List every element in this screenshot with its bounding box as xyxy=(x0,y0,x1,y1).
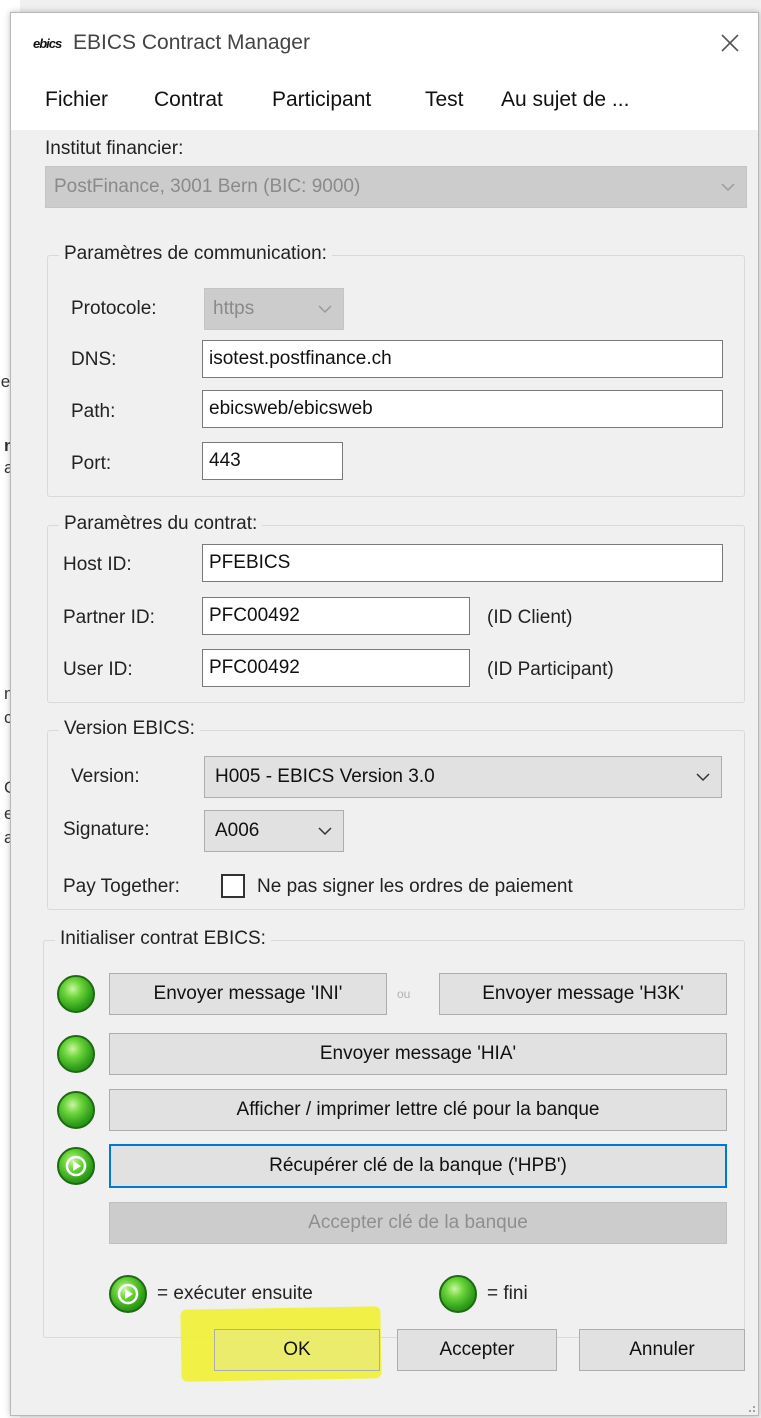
legend-next-icon xyxy=(109,1275,147,1313)
chevron-down-icon xyxy=(315,289,335,329)
close-icon xyxy=(721,34,739,52)
partner-id-note: (ID Client) xyxy=(487,607,573,628)
communication-group-title: Paramètres de communication: xyxy=(59,243,332,265)
fetch-bank-key-label: Récupérer clé de la banque ('HPB') xyxy=(269,1155,567,1176)
partner-id-input[interactable]: PFC00492 xyxy=(202,597,470,635)
port-value: 443 xyxy=(209,450,241,471)
play-icon xyxy=(117,1283,139,1305)
partner-id-value: PFC00492 xyxy=(209,605,300,626)
menu-file[interactable]: Fichier xyxy=(45,88,108,112)
status-done-icon xyxy=(57,975,95,1013)
chevron-down-icon xyxy=(718,167,738,207)
path-input[interactable]: ebicsweb/ebicsweb xyxy=(202,390,723,428)
menu-test[interactable]: Test xyxy=(425,88,464,112)
cancel-button[interactable]: Annuler xyxy=(579,1329,745,1371)
user-id-note: (ID Participant) xyxy=(487,659,614,680)
version-value: H005 - EBICS Version 3.0 xyxy=(215,766,435,787)
user-id-label: User ID: xyxy=(63,659,133,680)
cancel-label: Annuler xyxy=(629,1339,695,1360)
chevron-down-icon xyxy=(693,757,713,797)
ebics-logo: ebics xyxy=(33,36,62,51)
dialog-window: ebics EBICS Contract Manager Fichier Con… xyxy=(10,12,759,1416)
accept-button[interactable]: Accepter xyxy=(397,1329,557,1371)
send-h3k-button[interactable]: Envoyer message 'H3K' xyxy=(439,973,727,1015)
send-hia-button[interactable]: Envoyer message 'HIA' xyxy=(109,1033,727,1075)
port-input[interactable]: 443 xyxy=(202,442,343,480)
menu-about[interactable]: Au sujet de ... xyxy=(501,88,629,112)
host-id-value: PFEBICS xyxy=(209,552,291,573)
contract-group-title: Paramètres du contrat: xyxy=(59,513,263,535)
status-next-icon xyxy=(57,1147,95,1185)
menu-bar: Fichier Contrat Participant Test Au suje… xyxy=(11,75,758,130)
accept-bank-key-button[interactable]: Accepter clé de la banque xyxy=(109,1202,727,1244)
pay-together-checkbox[interactable] xyxy=(221,874,245,898)
version-group-title: Version EBICS: xyxy=(59,718,200,740)
resize-grip-icon[interactable] xyxy=(744,1401,756,1413)
version-label: Version: xyxy=(71,766,140,787)
legend-done-text: = fini xyxy=(487,1283,528,1304)
signature-value: A006 xyxy=(215,820,260,841)
financial-institution-select[interactable]: PostFinance, 3001 Bern (BIC: 9000) xyxy=(45,166,747,208)
fetch-bank-key-button[interactable]: Récupérer clé de la banque ('HPB') xyxy=(109,1144,727,1188)
play-icon xyxy=(65,1155,87,1177)
send-ini-button[interactable]: Envoyer message 'INI' xyxy=(109,973,387,1015)
signature-label: Signature: xyxy=(63,819,150,840)
send-ini-label: Envoyer message 'INI' xyxy=(153,983,343,1004)
pay-together-checkbox-label: Ne pas signer les ordres de paiement xyxy=(257,876,573,897)
user-id-input[interactable]: PFC00492 xyxy=(202,649,470,687)
send-h3k-label: Envoyer message 'H3K' xyxy=(482,983,684,1004)
print-key-letter-button[interactable]: Afficher / imprimer lettre clé pour la b… xyxy=(109,1089,727,1131)
pay-together-label: Pay Together: xyxy=(63,876,180,897)
window-title: EBICS Contract Manager xyxy=(73,31,310,54)
port-label: Port: xyxy=(71,453,112,474)
host-id-label: Host ID: xyxy=(63,554,132,575)
dns-input[interactable]: isotest.postfinance.ch xyxy=(202,340,723,378)
path-value: ebicsweb/ebicsweb xyxy=(209,398,373,419)
financial-institution-value: PostFinance, 3001 Bern (BIC: 9000) xyxy=(54,176,361,197)
legend-next-text: = exécuter ensuite xyxy=(157,1283,313,1304)
background-text: :e xyxy=(0,372,11,391)
menu-participant[interactable]: Participant xyxy=(272,88,371,112)
chevron-down-icon xyxy=(315,811,335,851)
send-hia-label: Envoyer message 'HIA' xyxy=(319,1043,517,1064)
financial-institution-label: Institut financier: xyxy=(45,138,184,159)
status-done-icon xyxy=(57,1091,95,1129)
protocol-value: https xyxy=(213,298,255,319)
path-label: Path: xyxy=(71,401,116,422)
init-group-title: Initialiser contrat EBICS: xyxy=(55,928,271,950)
signature-select[interactable]: A006 xyxy=(204,810,344,852)
protocol-select[interactable]: https xyxy=(204,288,344,330)
accept-label: Accepter xyxy=(439,1339,515,1360)
legend-done-icon xyxy=(439,1275,477,1313)
print-key-letter-label: Afficher / imprimer lettre clé pour la b… xyxy=(236,1099,600,1120)
menu-contract[interactable]: Contrat xyxy=(154,88,223,112)
protocol-label: Protocole: xyxy=(71,298,157,319)
dns-value: isotest.postfinance.ch xyxy=(209,348,392,369)
dns-label: DNS: xyxy=(71,349,117,370)
user-id-value: PFC00492 xyxy=(209,657,300,678)
ok-label: OK xyxy=(283,1339,311,1360)
version-select[interactable]: H005 - EBICS Version 3.0 xyxy=(204,756,722,798)
partner-id-label: Partner ID: xyxy=(63,607,155,628)
or-text: ou xyxy=(397,987,411,1001)
ok-button[interactable]: OK xyxy=(214,1329,380,1371)
status-done-icon xyxy=(57,1035,95,1073)
close-button[interactable] xyxy=(712,25,748,61)
host-id-input[interactable]: PFEBICS xyxy=(202,544,723,582)
title-bar: ebics EBICS Contract Manager xyxy=(11,13,758,75)
accept-bank-key-label: Accepter clé de la banque xyxy=(308,1212,528,1233)
